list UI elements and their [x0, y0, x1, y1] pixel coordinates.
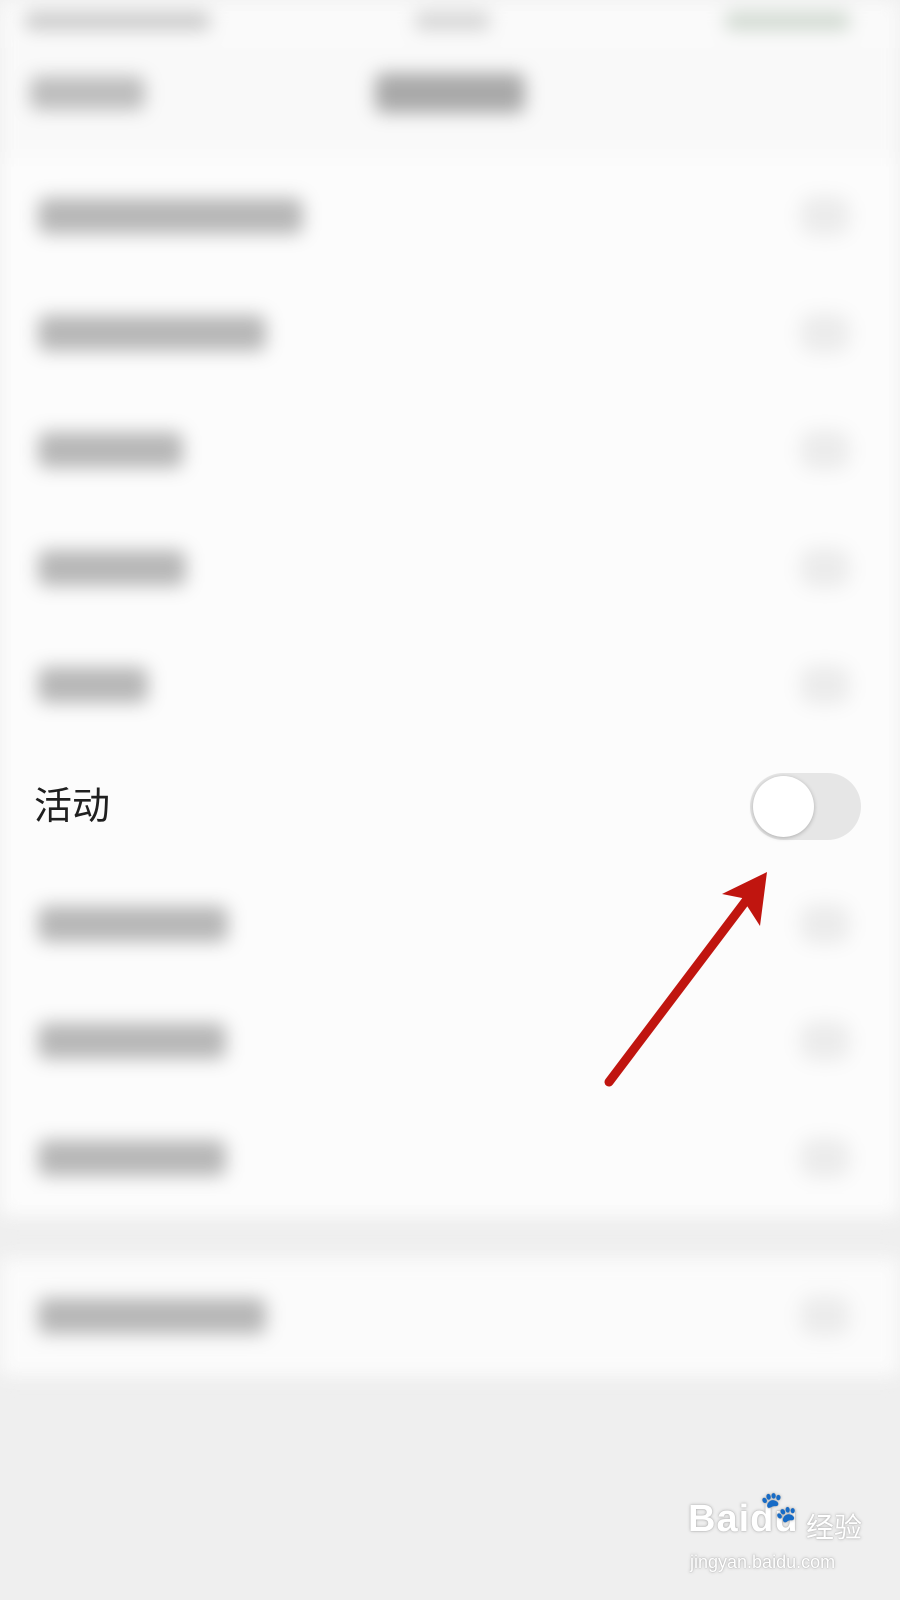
blurred-row-label	[38, 1298, 266, 1334]
blurred-row-label	[38, 1023, 226, 1059]
blurred-setting-row[interactable]	[0, 983, 900, 1100]
status-bar-right	[725, 12, 850, 30]
setting-row-label: 活动	[34, 784, 111, 828]
nav-bar	[0, 48, 900, 168]
toggle-knob	[753, 776, 814, 837]
blurred-row-label	[38, 550, 186, 586]
watermark-suffix: 经验	[806, 1511, 863, 1544]
watermark-url: jingyan.baidu.com	[690, 1552, 836, 1572]
blurred-setting-row[interactable]	[0, 866, 900, 983]
status-bar-time	[415, 12, 490, 30]
blurred-row-control	[800, 1021, 850, 1061]
paw-icon: 🐾	[760, 1491, 798, 1524]
blurred-row-label	[38, 198, 303, 234]
blurred-setting-row[interactable]	[0, 627, 900, 744]
back-button[interactable]	[30, 76, 145, 110]
blurred-row-label	[38, 1140, 226, 1176]
blurred-setting-row[interactable]	[0, 1100, 900, 1217]
blurred-row-label	[38, 906, 228, 942]
setting-row-activity[interactable]: 活动	[0, 749, 900, 866]
blurred-setting-row[interactable]	[0, 392, 900, 509]
blurred-row-label	[38, 315, 266, 351]
blurred-row-control	[800, 196, 850, 236]
blurred-row-control	[800, 430, 850, 470]
baidu-watermark: Baidu 🐾 经验 jingyan.baidu.com	[688, 1491, 888, 1588]
page-title	[375, 73, 525, 113]
blurred-row-control	[800, 904, 850, 944]
blurred-setting-row[interactable]	[0, 275, 900, 392]
blurred-row-label	[38, 667, 148, 703]
blurred-row-control	[800, 1138, 850, 1178]
blurred-row-control	[800, 548, 850, 588]
blurred-row-label	[38, 432, 183, 468]
blurred-row-control	[800, 313, 850, 353]
blurred-row-control	[800, 665, 850, 705]
status-bar-left	[25, 12, 210, 30]
activity-toggle[interactable]	[750, 773, 861, 840]
blurred-setting-row[interactable]	[0, 1258, 900, 1375]
status-bar	[0, 0, 900, 48]
blurred-row-control	[800, 1296, 850, 1336]
blurred-setting-row[interactable]	[0, 158, 900, 275]
blurred-setting-row[interactable]	[0, 510, 900, 627]
